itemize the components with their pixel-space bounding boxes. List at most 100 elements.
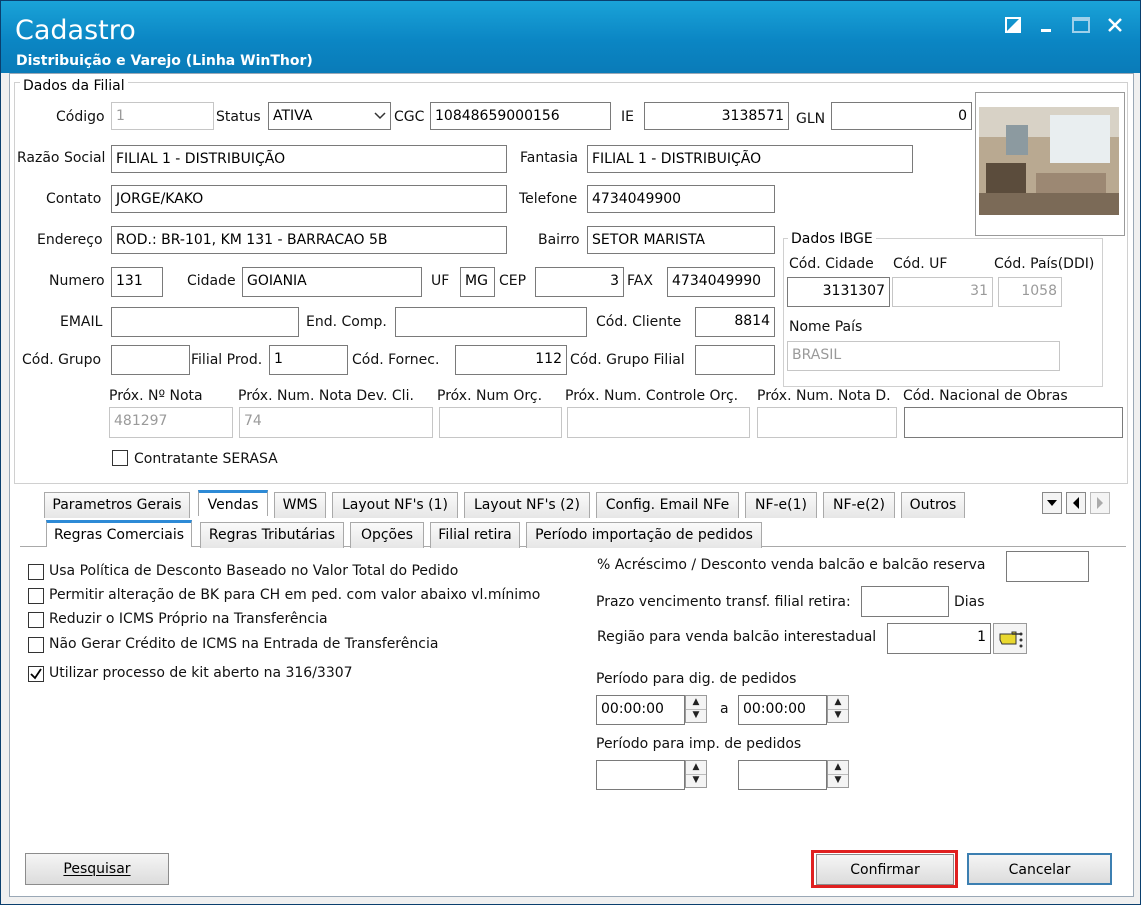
acrescimo-label: % Acréscimo / Desconto venda balcão e ba… — [597, 557, 986, 573]
chevron-down-icon — [374, 112, 386, 120]
tab-config-email-nfe[interactable]: Config. Email NFe — [596, 492, 739, 518]
cod-cliente-field[interactable]: 8814 — [695, 307, 775, 337]
serasa-checkbox[interactable] — [112, 450, 128, 466]
restore-icon[interactable] — [1001, 13, 1025, 37]
periodo-dig-ate-field[interactable]: 00:00:00 — [738, 695, 827, 725]
periodo-dig-de-spinner[interactable]: ▲ ▼ — [685, 695, 707, 723]
periodo-dig-de-field[interactable]: 00:00:00 — [596, 695, 685, 725]
tab-vendas[interactable]: Vendas — [198, 490, 268, 516]
prox-orc-field[interactable] — [439, 407, 562, 438]
codigo-field[interactable]: 1 — [111, 102, 214, 130]
prox-ctrl-field[interactable] — [567, 407, 750, 438]
gln-label: GLN — [796, 111, 826, 127]
title-bar: Cadastro Distribuição e Varejo (Linha Wi… — [1, 1, 1140, 73]
cod-cliente-label: Cód. Cliente — [596, 314, 682, 330]
ie-label: IE — [621, 109, 634, 125]
close-icon[interactable] — [1103, 13, 1127, 37]
cep-label: CEP — [499, 273, 527, 289]
prox-dev-label: Próx. Num. Nota Dev. Cli. — [238, 388, 414, 404]
form-body: Dados da Filial Código 1 Status ATIVA CG… — [9, 73, 1134, 897]
numero-field[interactable]: 131 — [111, 267, 163, 297]
periodo-imp-ate-field[interactable] — [738, 760, 827, 790]
gln-field[interactable]: 0 — [831, 102, 972, 130]
regiao-search-button[interactable] — [993, 623, 1027, 654]
subtab-opcoes[interactable]: Opções — [350, 522, 424, 548]
pesquisar-button[interactable]: Pesquisar — [25, 853, 169, 885]
cod-uf-field[interactable]: 31 — [892, 277, 993, 307]
endereco-field[interactable]: ROD.: BR-101, KM 131 - BARRACAO 5B — [111, 226, 507, 254]
fax-label: FAX — [627, 273, 653, 289]
subtab-regras-comerciais[interactable]: Regras Comerciais — [46, 520, 192, 547]
prox-nota-field[interactable]: 481297 — [109, 407, 233, 438]
periodo-dig-ate-spinner[interactable]: ▲ ▼ — [827, 695, 849, 723]
email-field[interactable] — [111, 307, 299, 337]
prox-ctrl-label: Próx. Num. Controle Orç. — [565, 388, 739, 404]
contato-label: Contato — [46, 191, 102, 207]
cgc-field[interactable]: 10848659000156 — [430, 102, 611, 130]
cod-grupo-field[interactable] — [111, 345, 190, 375]
prox-dev-field[interactable]: 74 — [239, 407, 433, 438]
tab-list-dropdown-icon[interactable] — [1042, 492, 1062, 514]
tab-scroll-left-icon[interactable] — [1066, 492, 1086, 514]
cod-obras-label: Cód. Nacional de Obras — [903, 388, 1068, 404]
minimize-icon[interactable] — [1035, 13, 1059, 37]
option-checkbox-3[interactable] — [28, 637, 44, 653]
check-icon — [30, 668, 42, 680]
cod-grupo-label: Cód. Grupo — [22, 352, 102, 368]
periodo-imp-de-spinner[interactable]: ▲ ▼ — [685, 760, 707, 788]
dados-filial-title: Dados da Filial — [20, 78, 128, 94]
prazo-unit: Dias — [954, 594, 985, 610]
subtab-periodo-importacao[interactable]: Período importação de pedidos — [526, 522, 762, 548]
cod-cidade-field[interactable]: 3131307 — [787, 277, 890, 307]
periodo-imp-de-field[interactable] — [596, 760, 685, 790]
cancelar-button[interactable]: Cancelar — [967, 853, 1112, 885]
nome-pais-field[interactable]: BRASIL — [787, 341, 1060, 371]
cep-field[interactable]: 3 — [535, 267, 624, 297]
ie-field[interactable]: 3138571 — [644, 102, 789, 130]
window-title: Cadastro — [15, 15, 136, 46]
uf-field[interactable]: MG — [460, 267, 495, 297]
tab-nfe-1[interactable]: NF-e(1) — [745, 492, 817, 518]
status-select[interactable]: ATIVA — [268, 102, 391, 130]
regiao-field[interactable]: 1 — [887, 623, 991, 654]
bairro-field[interactable]: SETOR MARISTA — [587, 226, 775, 254]
cod-obras-field[interactable] — [904, 407, 1123, 438]
option-checkbox-4[interactable] — [28, 666, 44, 682]
contato-field[interactable]: JORGE/KAKO — [111, 185, 507, 213]
dados-ibge-title: Dados IBGE — [788, 231, 876, 247]
prox-nota-d-label: Próx. Num. Nota D. — [757, 388, 891, 404]
regiao-label: Região para venda balcão interestadual — [597, 629, 877, 645]
cod-fornec-field[interactable]: 112 — [455, 345, 567, 375]
razao-social-field[interactable]: FILIAL 1 - DISTRIBUIÇÃO — [111, 145, 507, 173]
periodo-imp-ate-spinner[interactable]: ▲ ▼ — [827, 760, 849, 788]
prazo-field[interactable] — [861, 586, 949, 617]
cod-grupo-filial-field[interactable] — [695, 345, 775, 375]
option-checkbox-2[interactable] — [28, 612, 44, 628]
option-checkbox-0[interactable] — [28, 564, 44, 580]
tab-nfe-2[interactable]: NF-e(2) — [823, 492, 895, 518]
tab-layout-nfs-1[interactable]: Layout NF's (1) — [332, 492, 458, 518]
acrescimo-field[interactable] — [1006, 551, 1089, 582]
fantasia-field[interactable]: FILIAL 1 - DISTRIBUIÇÃO — [587, 145, 913, 173]
end-comp-field[interactable] — [395, 307, 587, 337]
tab-parametros-gerais[interactable]: Parametros Gerais — [44, 492, 190, 518]
email-label: EMAIL — [60, 314, 103, 330]
tab-layout-nfs-2[interactable]: Layout NF's (2) — [464, 492, 590, 518]
maximize-icon[interactable] — [1069, 13, 1093, 37]
cidade-field[interactable]: GOIANIA — [242, 267, 422, 297]
tab-scroll-right-icon[interactable] — [1090, 492, 1110, 514]
subtab-regras-tributarias[interactable]: Regras Tributárias — [200, 522, 344, 548]
tab-outros[interactable]: Outros — [901, 492, 965, 518]
fax-field[interactable]: 4734049990 — [667, 267, 775, 297]
prox-nota-d-field[interactable] — [757, 407, 897, 438]
confirmar-button[interactable]: Confirmar — [816, 854, 954, 885]
subtab-filial-retira[interactable]: Filial retira — [430, 522, 520, 548]
cod-pais-field[interactable]: 1058 — [998, 277, 1062, 307]
cadastro-window: Cadastro Distribuição e Varejo (Linha Wi… — [0, 0, 1141, 905]
nome-pais-label: Nome País — [789, 319, 863, 335]
filial-prod-field[interactable]: 1 — [269, 345, 348, 375]
tab-wms[interactable]: WMS — [274, 492, 326, 518]
telefone-field[interactable]: 4734049900 — [587, 185, 775, 213]
status-label: Status — [216, 109, 261, 125]
option-checkbox-1[interactable] — [28, 588, 44, 604]
